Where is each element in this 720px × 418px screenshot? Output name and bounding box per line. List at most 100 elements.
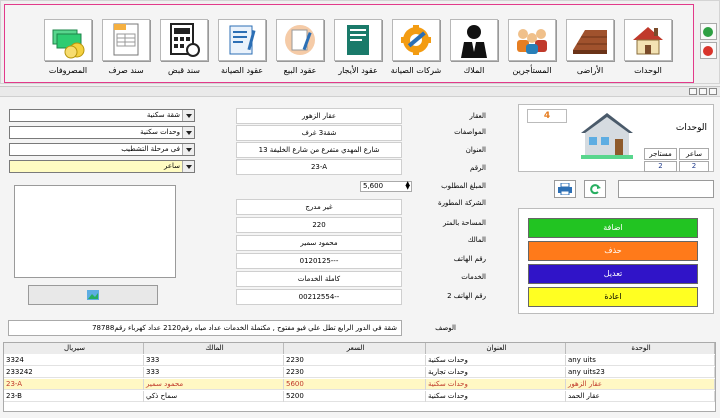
chevron-down-icon [182,144,194,155]
toolbar-payment-voucher-label: سند صرف [108,66,144,75]
sale-contract-icon [276,19,324,61]
availability-combo[interactable]: ساعر [9,160,195,173]
maintenance-gear-icon [392,19,440,61]
number-label: الرقم [470,164,486,172]
services-field[interactable]: كاملة الخدمات [236,271,402,287]
reset-button[interactable]: اعادة [528,287,698,307]
table-header: الوحدة العنوان السعر المالك سيريال [4,343,715,354]
confirm-button[interactable] [699,23,717,40]
toolbar-receipt-voucher-button[interactable]: سند قبض [155,19,213,81]
developer-company-field[interactable]: غير مدرج [236,199,402,215]
add-button[interactable]: اضافة [528,218,698,238]
column-header-unit[interactable]: الوحدة [566,343,715,354]
toolbar-expenses-label: المصروفات [48,66,88,75]
description-field[interactable]: شقة في الدور الرابع تطل علي فيو مفتوح , … [8,320,402,336]
address-field[interactable]: شارع المهدي متفرع من شارع الخليفة 13 [236,142,402,158]
unit-type-combo[interactable]: شقة سكنية [9,109,195,122]
table-row[interactable]: any uits وحدات سكنية 2230 333 3324 [4,355,715,366]
land-icon [566,19,614,61]
toolbar-panel: الوحدات الأراضى المستأجرين الملاك شركات … [4,4,694,83]
toolbar-tenants-label: المستأجرين [512,66,552,75]
phone-field[interactable]: 0120125--- [236,253,402,269]
unit-category-combo[interactable]: وحدات سكنية [9,126,195,139]
phone-label: رقم الهاتف [453,255,486,263]
toolbar-maintenance-companies-button[interactable]: شركات الصيانة [387,19,445,81]
property-label: العقار [469,112,486,120]
units-summary-card: 4 الوحدات ساعر 2 مستاجر 2 [518,104,714,172]
window-side-buttons [697,21,719,61]
spinner-arrows-icon[interactable]: ▲ ▼ [405,181,410,191]
unit-status-combo[interactable]: فى مرحلة التشطيب [9,143,195,156]
tenants-icon [508,19,556,61]
toolbar-sale-contracts-label: عقود البيع [283,66,317,75]
edit-button[interactable]: تعديل [528,264,698,284]
toolbar-sale-contracts-button[interactable]: عقود البيع [271,19,329,81]
building-icon [577,107,637,163]
price-spinner[interactable]: 5,600 ▲ ▼ [360,181,412,192]
maintenance-contract-icon [218,19,266,61]
frame-close-button[interactable] [709,88,717,95]
toolbar-rent-contracts-button[interactable]: عقود الأيجار [329,19,387,81]
toolbar-units-button[interactable]: الوحدات [619,19,677,81]
frame-minimize-button[interactable] [689,88,697,95]
phone2-field[interactable]: 00212554-- [236,289,402,305]
owner-label: المالك [467,236,486,244]
rented-chip-label: مستاجر [644,148,677,160]
unit-image-preview [14,185,176,278]
services-label: الخدمات [461,273,486,281]
money-coins-icon [44,19,92,61]
toolbar-maintenance-contracts-button[interactable]: عقود الصيانة [213,19,271,81]
number-field[interactable]: 23-A [236,159,402,175]
table-row[interactable]: any uits23 وحدات تجارية 2230 333 233242 [4,367,715,378]
column-header-address[interactable]: العنوان [426,343,566,354]
phone2-label: رقم الهاتف 2 [447,292,486,300]
toolbar-receipt-voucher-label: سند قبض [168,66,200,75]
owned-chip-value: 2 [679,161,709,172]
chevron-down-icon [182,161,194,172]
toolbar-tenants-button[interactable]: المستأجرين [503,19,561,81]
specs-field[interactable]: شقة3 غرف [236,125,402,141]
delete-button[interactable]: حذف [528,241,698,261]
owner-field[interactable]: محمود سمير [236,235,402,251]
description-label: الوصف [435,324,456,332]
toolbar-payment-voucher-button[interactable]: سند صرف [97,19,155,81]
receipt-calculator-icon [160,19,208,61]
toolbar-rent-contracts-label: عقود الأيجار [338,66,378,75]
units-card-title: الوحدات [675,123,707,133]
units-count-badge: 4 [527,109,567,123]
chevron-down-icon [182,127,194,138]
check-icon [703,26,713,37]
column-header-owner[interactable]: المالك [144,343,284,354]
area-field[interactable]: 220 [236,217,402,233]
owned-chip-label: ساعر [679,148,709,160]
toolbar-expenses-button[interactable]: المصروفات [39,19,97,81]
toolbar-owners-button[interactable]: الملاك [445,19,503,81]
browse-image-button[interactable] [28,285,158,305]
toolbar-units-label: الوحدات [634,66,662,75]
units-table: الوحدة العنوان السعر المالك سيريال any u… [3,342,716,412]
printer-icon [558,183,572,195]
main-toolbar: الوحدات الأراضى المستأجرين الملاك شركات … [0,0,720,84]
toolbar-lands-button[interactable]: الأراضى [561,19,619,81]
refresh-icon [590,184,601,195]
property-field[interactable]: عقار الزهور [236,108,402,124]
print-button[interactable] [554,180,576,198]
chevron-down-icon [182,110,194,121]
toolbar-maintenance-contracts-label: عقود الصيانة [220,66,264,75]
table-row-selected[interactable]: عقار الزهور وحدات سكنية 5600 محمود سمير … [4,379,715,390]
refresh-button[interactable] [584,180,606,198]
table-row[interactable]: عقار الحمد وحدات سكنية 5200 سماح ذكي 23-… [4,391,715,402]
house-icon [624,19,672,61]
price-label: المبلغ المطلوب [441,182,486,190]
rented-chip-value: 2 [644,161,677,172]
toolbar-lands-label: الأراضى [576,66,604,75]
specs-label: المواصفات [454,128,486,136]
search-input[interactable] [618,180,714,198]
company-label: الشركة المطورة [437,199,486,207]
column-header-serial[interactable]: سيريال [4,343,144,354]
toolbar-owners-label: الملاك [463,66,485,75]
frame-titlebar [0,87,720,97]
frame-maximize-button[interactable] [699,88,707,95]
column-header-price[interactable]: السعر [284,343,426,354]
exit-button[interactable] [699,42,717,59]
